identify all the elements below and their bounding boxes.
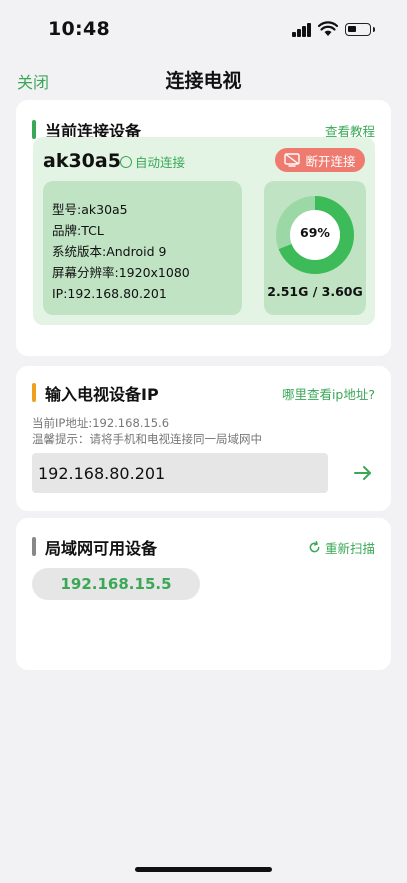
home-indicator (135, 867, 272, 872)
tv-off-icon (284, 153, 301, 167)
page-title: 连接电视 (165, 70, 242, 92)
section-title: 局域网可用设备 (45, 539, 158, 558)
status-time: 10:48 (48, 18, 110, 40)
device-info-box: 型号:ak30a5 品牌:TCL 系统版本:Android 9 屏幕分辨率:19… (43, 181, 242, 315)
ip-input-field[interactable] (32, 453, 328, 493)
cellular-signal-icon (292, 23, 312, 37)
lan-devices-card: 局域网可用设备 重新扫描 192.168.15.5 (16, 518, 391, 670)
info-ip: IP:192.168.80.201 (52, 286, 167, 301)
section-title: 输入电视设备IP (45, 385, 159, 404)
disconnect-button[interactable]: 断开连接 (275, 148, 365, 172)
status-bar: 10:48 (0, 0, 407, 56)
section-accent-bar (32, 383, 36, 402)
radio-circle-icon (120, 155, 132, 168)
rescan-button[interactable]: 重新扫描 (308, 538, 375, 557)
info-system: 系统版本:Android 9 (52, 244, 167, 259)
lan-devices-header: 局域网可用设备 重新扫描 (32, 535, 375, 558)
device-name: ak30a5 (43, 150, 121, 172)
ip-input-card: 输入电视设备IP 哪里查看ip地址? 当前IP地址:192.168.15.6 温… (16, 366, 391, 511)
section-accent-bar (32, 120, 36, 139)
current-ip-text: 当前IP地址:192.168.15.6 (32, 416, 170, 430)
wifi-icon (318, 21, 338, 36)
section-accent-bar (32, 537, 36, 556)
ip-help-link[interactable]: 哪里查看ip地址? (282, 384, 375, 403)
info-resolution: 屏幕分辨率:1920x1080 (52, 265, 190, 280)
auto-connect-toggle[interactable]: 自动连接 (120, 152, 185, 171)
tip-text: 温馨提示：请将手机和电视连接同一局域网中 (32, 432, 262, 446)
device-panel: ak30a5 自动连接 断开连接 型号:ak30a5 品牌:TCL 系统版本:A… (33, 137, 375, 325)
memory-box: 69% 2.51G / 3.60G (264, 181, 366, 315)
ip-input-header: 输入电视设备IP 哪里查看ip地址? (32, 381, 375, 404)
memory-usage: 2.51G / 3.60G (267, 284, 363, 299)
auto-connect-label: 自动连接 (135, 155, 186, 170)
refresh-icon (309, 541, 320, 553)
current-device-card: 当前连接设备 查看教程 ak30a5 自动连接 断开连接 型号:ak30a5 品… (16, 100, 391, 356)
memory-percent: 69% (300, 225, 330, 240)
disconnect-label: 断开连接 (305, 153, 356, 169)
info-brand: 品牌:TCL (52, 223, 104, 238)
info-model: 型号:ak30a5 (52, 202, 128, 217)
lan-device-chip[interactable]: 192.168.15.5 (32, 568, 200, 600)
rescan-label: 重新扫描 (324, 541, 375, 556)
arrow-right-icon[interactable] (353, 463, 373, 483)
battery-icon (345, 23, 375, 36)
